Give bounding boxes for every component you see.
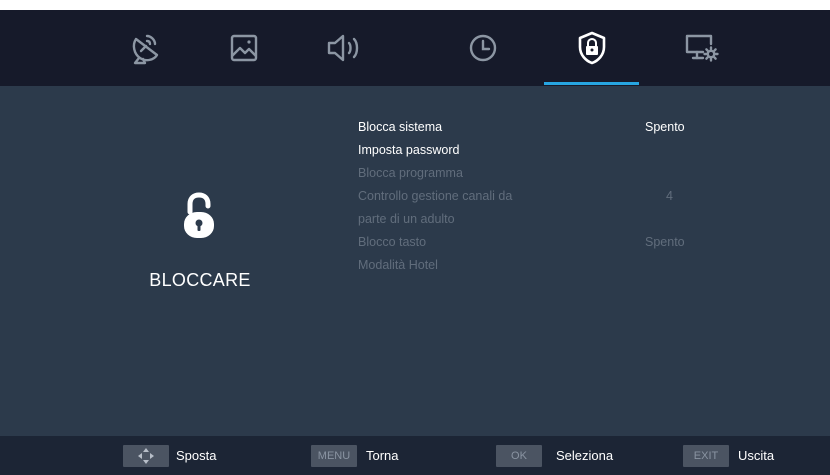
monitor-settings-icon [685, 34, 719, 62]
speaker-icon [327, 34, 359, 62]
menu-item-value: 4 [666, 189, 673, 203]
exit-hint-label: Uscita [738, 448, 775, 463]
picture-icon [230, 34, 258, 62]
padlock-icon [184, 192, 214, 238]
menu-item-label: Modalità Hotel [358, 258, 438, 272]
tab-sound[interactable] [296, 10, 392, 86]
clock-icon [469, 34, 497, 62]
dpad-key[interactable] [123, 445, 169, 467]
menu-item-label: Controllo gestione canali da [358, 189, 513, 203]
back-hint-label: Torna [366, 448, 399, 463]
menu-key[interactable]: MENU [311, 445, 357, 467]
menu-item-value: Spento [645, 235, 685, 249]
menu-item-program-lock: Blocca programma [358, 162, 718, 185]
menu-item-label: Blocca programma [358, 166, 463, 180]
menu-item-label: Blocco tasto [358, 235, 427, 249]
section-title: BLOCCARE [149, 270, 251, 290]
tab-picture[interactable] [196, 10, 292, 86]
menu-item-hotel-mode: Modalità Hotel [358, 254, 718, 277]
section-header: BLOCCARE [110, 190, 290, 300]
ok-key[interactable]: OK [496, 445, 542, 467]
menu-item-value: Spento [645, 120, 685, 134]
menu-item-parental-guidance-cont: parte di un adulto [358, 208, 718, 231]
tab-channel[interactable] [97, 10, 193, 86]
menu-item-label: Blocca sistema [358, 120, 443, 134]
move-hint-label: Sposta [176, 448, 217, 463]
menu-item-parental-guidance: Controllo gestione canali da 4 [358, 185, 718, 208]
tab-lock[interactable] [544, 10, 640, 86]
selected-tab-indicator [544, 82, 639, 85]
dpad-icon [138, 448, 154, 464]
menu-item-label: Imposta password [358, 143, 460, 157]
lock-settings-list: Blocca sistema Spento Imposta password B… [358, 116, 718, 277]
select-hint-label: Seleziona [556, 448, 614, 463]
category-tabbar [0, 10, 830, 86]
menu-item-key-lock: Blocco tasto Spento [358, 231, 718, 254]
menu-item-label: parte di un adulto [358, 212, 455, 226]
tab-time[interactable] [435, 10, 531, 86]
menu-item-system-lock[interactable]: Blocca sistema Spento [358, 116, 718, 139]
tv-menu-screen: BLOCCARE Blocca sistema Spento Imposta p… [0, 10, 830, 475]
satellite-dish-icon [132, 34, 159, 65]
key-hint-bar: Sposta MENU Torna OK Seleziona EXIT Usci… [0, 436, 830, 475]
tab-setup[interactable] [653, 10, 749, 86]
shield-lock-icon [578, 31, 606, 65]
menu-item-set-password[interactable]: Imposta password [358, 139, 718, 162]
exit-key[interactable]: EXIT [683, 445, 729, 467]
